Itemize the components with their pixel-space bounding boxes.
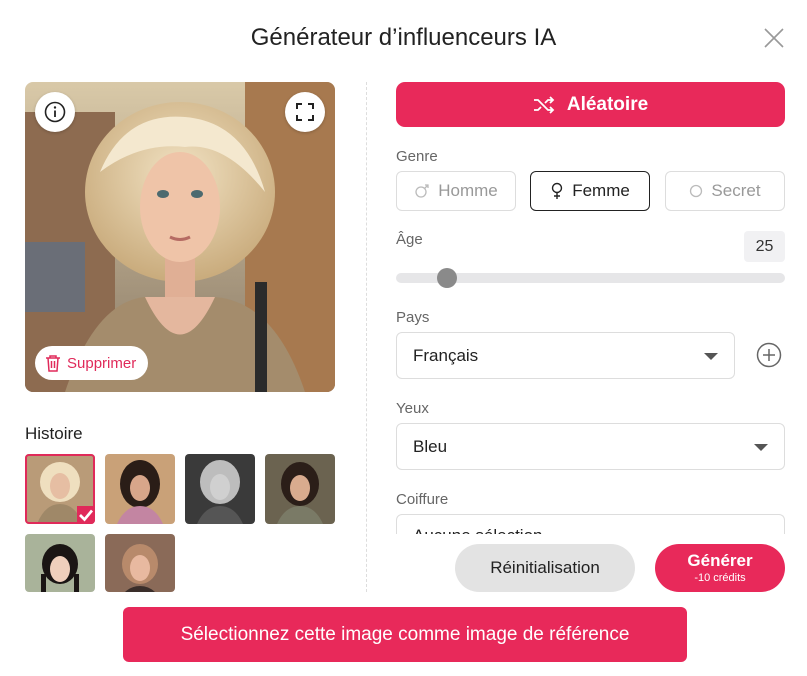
generate-cost: -10 crédits <box>694 572 746 584</box>
selected-check-icon <box>77 506 95 524</box>
history-label: Histoire <box>25 424 83 443</box>
fullscreen-icon <box>296 103 314 121</box>
history-image <box>185 454 255 524</box>
age-value: 25 <box>744 231 785 262</box>
history-image <box>265 454 335 524</box>
trash-icon <box>46 355 60 372</box>
info-button[interactable] <box>35 92 75 132</box>
gender-label: Genre <box>396 148 438 165</box>
reset-button[interactable]: Réinitialisation <box>455 544 635 592</box>
gender-option-label: Homme <box>438 181 498 200</box>
country-label: Pays <box>396 309 430 326</box>
eyes-select[interactable]: Bleu <box>396 423 785 470</box>
gender-option-label: Secret <box>711 181 761 200</box>
history-thumb[interactable] <box>105 454 175 524</box>
age-slider-thumb[interactable] <box>436 268 457 288</box>
history-thumb[interactable] <box>105 534 175 592</box>
history-image <box>25 534 95 592</box>
circle-icon <box>690 184 703 198</box>
history-thumb[interactable] <box>25 454 95 524</box>
close-icon[interactable] <box>762 26 786 50</box>
gender-option-homme[interactable]: Homme <box>396 171 516 211</box>
gender-option-label: Femme <box>572 181 630 200</box>
random-button[interactable]: Aléatoire <box>396 82 785 127</box>
country-select[interactable]: Français <box>396 332 735 379</box>
fullscreen-button[interactable] <box>285 92 325 132</box>
history-thumb[interactable] <box>265 454 335 524</box>
random-label: Aléatoire <box>566 93 649 115</box>
eyes-value: Bleu <box>413 436 448 456</box>
preview-image: Supprimer <box>25 82 335 392</box>
history-image <box>105 454 175 524</box>
history-image <box>105 534 175 592</box>
male-icon <box>415 184 429 198</box>
hair-label: Coiffure <box>396 491 449 508</box>
delete-button[interactable]: Supprimer <box>35 346 149 380</box>
gender-option-secret[interactable]: Secret <box>665 171 785 211</box>
shuffle-icon <box>533 95 555 114</box>
panel-divider <box>366 82 367 592</box>
history-thumb[interactable] <box>185 454 255 524</box>
add-circle-icon[interactable] <box>756 342 782 368</box>
set-reference-button[interactable]: Sélectionnez cette image comme image de … <box>123 607 687 662</box>
age-label: Âge <box>396 231 423 248</box>
chevron-down-icon <box>754 444 768 451</box>
delete-label: Supprimer <box>67 354 137 372</box>
generate-label: Générer <box>687 551 753 570</box>
country-value: Français <box>413 345 479 365</box>
dialog-title: Générateur d’influenceurs IA <box>250 24 557 51</box>
info-icon <box>44 101 66 123</box>
history-thumb[interactable] <box>25 534 95 592</box>
female-icon <box>551 182 563 199</box>
gender-option-femme[interactable]: Femme <box>530 171 650 211</box>
chevron-down-icon <box>704 353 718 360</box>
generate-button[interactable]: Générer -10 crédits <box>655 544 785 592</box>
eyes-label: Yeux <box>396 400 429 417</box>
